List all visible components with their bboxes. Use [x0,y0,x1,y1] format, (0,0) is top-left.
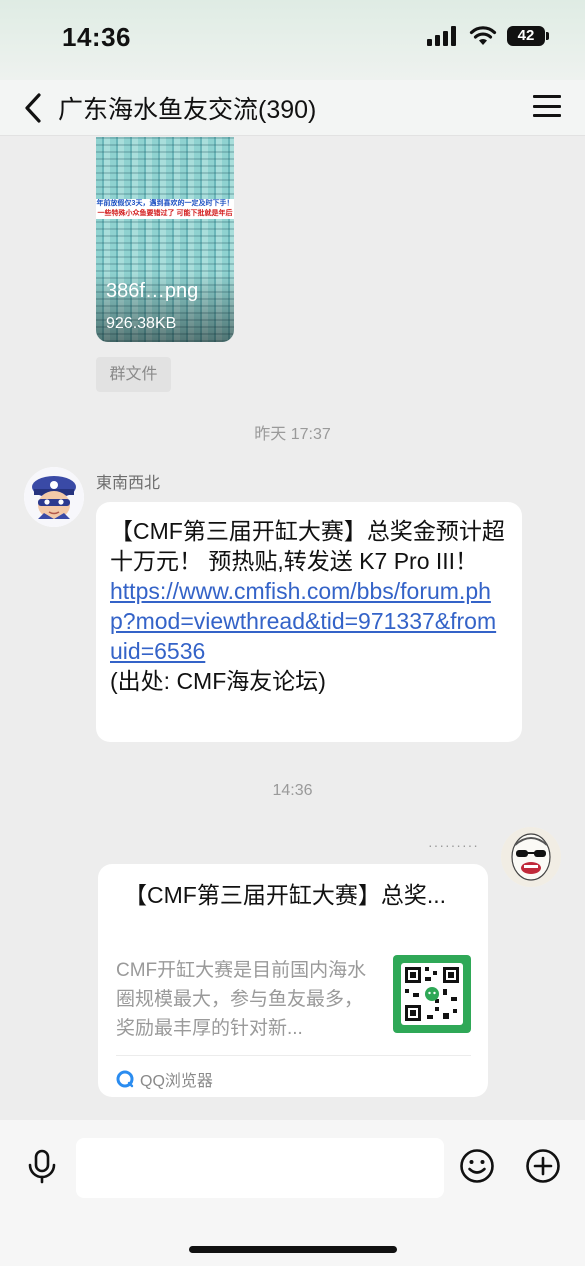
menu-line-icon [533,104,561,108]
message-input[interactable] [76,1138,444,1198]
home-indicator [189,1246,397,1253]
timestamp: 14:36 [272,782,313,799]
card-description: CMF开缸大赛是目前国内海水圈规模最大，参与鱼友最多，奖励最丰厚的针对新... [116,960,367,1039]
avatar-image [24,467,84,527]
status-icons: 42 [427,26,549,46]
group-file-tag[interactable]: 群文件 [96,357,171,392]
chat-header: 广东海水鱼友交流(390) [0,80,585,136]
sender-avatar[interactable] [24,467,84,527]
image-file-name: 386f…png [106,280,199,302]
image-banner: 年前放假仅3天，遇到喜欢的一定及时下手！ 一些特殊小众鱼要错过了 可能下批就是年… [96,199,234,219]
wifi-icon [469,26,497,45]
status-time: 14:36 [62,22,131,52]
battery-icon: 42 [507,26,549,46]
chevron-left-icon [25,93,41,123]
sending-indicator: ········· [428,837,479,853]
message-link[interactable]: https://www.cmfish.com/bbs/forum.php?mod… [110,576,508,666]
plus-circle-icon [526,1149,560,1183]
qr-code-icon [401,963,463,1025]
link-share-card[interactable]: 【CMF第三届开缸大赛】总奖... CMF开缸大赛是目前国内海水圈规模最大，参与… [98,864,488,1097]
avatar-image [501,827,561,887]
input-bar [0,1120,585,1266]
voice-button[interactable] [24,1148,60,1184]
message-bubble[interactable]: 【CMF第三届开缸大赛】总奖金预计超十万元！ 预热贴,转发送 K7 Pro II… [96,502,522,742]
emoji-icon [460,1149,494,1183]
message-text: 【CMF第三届开缸大赛】总奖金预计超十万元！ 预热贴,转发送 K7 Pro II… [110,518,505,574]
cellular-signal-icon [427,26,456,46]
sender-name: 東南西北 [96,475,161,492]
qr-code-thumbnail [393,955,471,1033]
message-source-text: (出处: CMF海友论坛) [110,668,326,694]
microphone-icon [28,1149,56,1184]
chat-menu-button[interactable] [533,92,561,120]
menu-line-icon [533,114,561,117]
card-source-label: QQ浏览器 [140,1073,213,1090]
image-file-size: 926.38KB [106,315,177,332]
menu-line-icon [533,95,561,98]
more-button[interactable] [525,1148,561,1184]
image-file-message[interactable]: 年前放假仅3天，遇到喜欢的一定及时下手！ 一些特殊小众鱼要错过了 可能下批就是年… [96,137,234,342]
qq-browser-icon [116,1070,134,1088]
emoji-button[interactable] [459,1148,495,1184]
image-banner-line: 年前放假仅3天，遇到喜欢的一定及时下手！ [96,200,234,207]
image-banner-line: 一些特殊小众鱼要错过了 可能下批就是年后 [97,210,233,217]
back-button[interactable] [18,88,48,128]
card-title: 【CMF第三届开缸大赛】总奖... [124,882,446,908]
status-bar: 14:36 42 [0,0,585,80]
timestamp: 昨天 17:37 [254,426,331,443]
chat-title: 广东海水鱼友交流(390) [58,96,317,124]
chat-message-list[interactable]: 年前放假仅3天，遇到喜欢的一定及时下手！ 一些特殊小众鱼要错过了 可能下批就是年… [0,137,585,1120]
my-avatar[interactable] [501,827,561,887]
card-source: QQ浏览器 [116,1067,213,1091]
